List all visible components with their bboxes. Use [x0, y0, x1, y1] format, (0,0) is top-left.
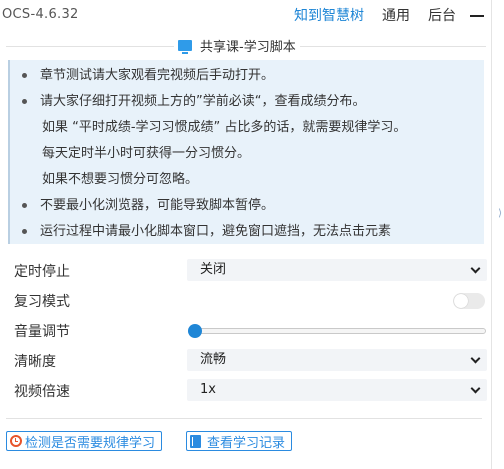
bullet-icon: [22, 229, 27, 234]
chevron-down-icon: [470, 263, 481, 274]
clock-icon: [10, 435, 22, 447]
tab-general[interactable]: 通用: [382, 5, 410, 25]
notice-item: 章节测试请大家观看完视频后手动打开。: [10, 63, 484, 89]
tab-zhidao[interactable]: 知到智慧树: [294, 5, 364, 25]
resize-handle-icon[interactable]: ⟩: [498, 208, 502, 219]
timer-stop-select[interactable]: 关闭: [187, 259, 487, 281]
bullet-icon: [22, 203, 27, 208]
quality-select[interactable]: 流畅: [187, 349, 487, 371]
script-panel: OCS-4.6.32 知到智慧树 通用 后台 共享课-学习脚本 章节测试请大家观…: [0, 0, 492, 469]
header-nav: 知到智慧树 通用 后台: [276, 5, 484, 25]
quality-label: 清晰度: [14, 354, 56, 370]
notice-item: 请大家仔细打开视频上方的”学前必读“，查看成绩分布。: [10, 89, 484, 115]
book-icon: [190, 434, 202, 448]
timer-stop-value: 关闭: [200, 262, 227, 277]
minimize-button[interactable]: [470, 15, 484, 17]
view-records-label: 查看学习记录: [207, 435, 286, 451]
quality-value: 流畅: [200, 352, 227, 367]
notice-text: 如果 “平时成绩-学习习惯成绩” 占比多的话，就需要规律学习。: [42, 120, 407, 135]
action-bar: 检测是否需要规律学习 查看学习记录: [6, 431, 316, 451]
notice-text: 运行过程中请最小化脚本窗口，避免窗口遮挡，无法点击元素: [40, 224, 392, 239]
slider-thumb[interactable]: [188, 324, 202, 338]
chevron-down-icon: [470, 353, 481, 364]
section-title: 共享课-学习脚本: [200, 40, 296, 55]
speed-label: 视频倍速: [14, 384, 70, 400]
notice-text: 每天定时半小时可获得一分习惯分。: [42, 146, 251, 161]
review-mode-toggle[interactable]: [453, 293, 485, 309]
tab-backend[interactable]: 后台: [428, 5, 456, 25]
speed-select[interactable]: 1x: [187, 379, 487, 401]
volume-slider[interactable]: [188, 324, 486, 338]
notice-text: 不要最小化浏览器，可能导致脚本暂停。: [40, 198, 275, 213]
volume-label: 音量调节: [14, 324, 70, 340]
bullet-icon: [22, 99, 27, 104]
speed-value: 1x: [200, 382, 216, 397]
notice-box: 章节测试请大家观看完视频后手动打开。 请大家仔细打开视频上方的”学前必读“，查看…: [8, 60, 484, 244]
notice-item: 运行过程中请最小化脚本窗口，避免窗口遮挡，无法点击元素: [10, 219, 484, 245]
setting-review-mode: 复习模式: [12, 286, 485, 316]
notice-subline: 如果不想要习惯分可忽略。: [10, 167, 484, 193]
setting-speed: 视频倍速 1x: [12, 376, 487, 406]
check-regular-study-button[interactable]: 检测是否需要规律学习: [6, 431, 163, 451]
monitor-icon: [178, 40, 192, 54]
notice-text: 如果不想要习惯分可忽略。: [42, 172, 199, 187]
notice-text: 章节测试请大家观看完视频后手动打开。: [40, 68, 275, 83]
section-label: 共享课-学习脚本: [174, 36, 300, 55]
notice-subline: 如果 “平时成绩-学习习惯成绩” 占比多的话，就需要规律学习。: [10, 115, 484, 141]
timer-stop-label: 定时停止: [14, 264, 70, 280]
check-regular-study-label: 检测是否需要规律学习: [25, 435, 156, 451]
view-records-button[interactable]: 查看学习记录: [186, 431, 293, 451]
toggle-knob: [454, 294, 468, 308]
version-label: OCS-4.6.32: [2, 7, 79, 22]
settings-form: 定时停止 关闭 复习模式 音量调节 清晰度 流畅 视频倍速 1x: [12, 256, 487, 406]
slider-track: [188, 328, 486, 334]
review-mode-label: 复习模式: [14, 294, 70, 310]
setting-timer-stop: 定时停止 关闭: [12, 256, 487, 286]
setting-quality: 清晰度 流畅: [12, 346, 487, 376]
notice-subline: 每天定时半小时可获得一分习惯分。: [10, 141, 484, 167]
chevron-down-icon: [470, 383, 481, 394]
setting-volume: 音量调节: [12, 316, 486, 346]
bullet-icon: [22, 73, 27, 78]
footer-divider: [6, 418, 482, 419]
panel-header: OCS-4.6.32 知到智慧树 通用 后台: [0, 0, 492, 32]
notice-text: 请大家仔细打开视频上方的”学前必读“，查看成绩分布。: [40, 94, 366, 109]
notice-item: 不要最小化浏览器，可能导致脚本暂停。: [10, 193, 484, 219]
section-heading: 共享课-学习脚本: [0, 36, 492, 56]
